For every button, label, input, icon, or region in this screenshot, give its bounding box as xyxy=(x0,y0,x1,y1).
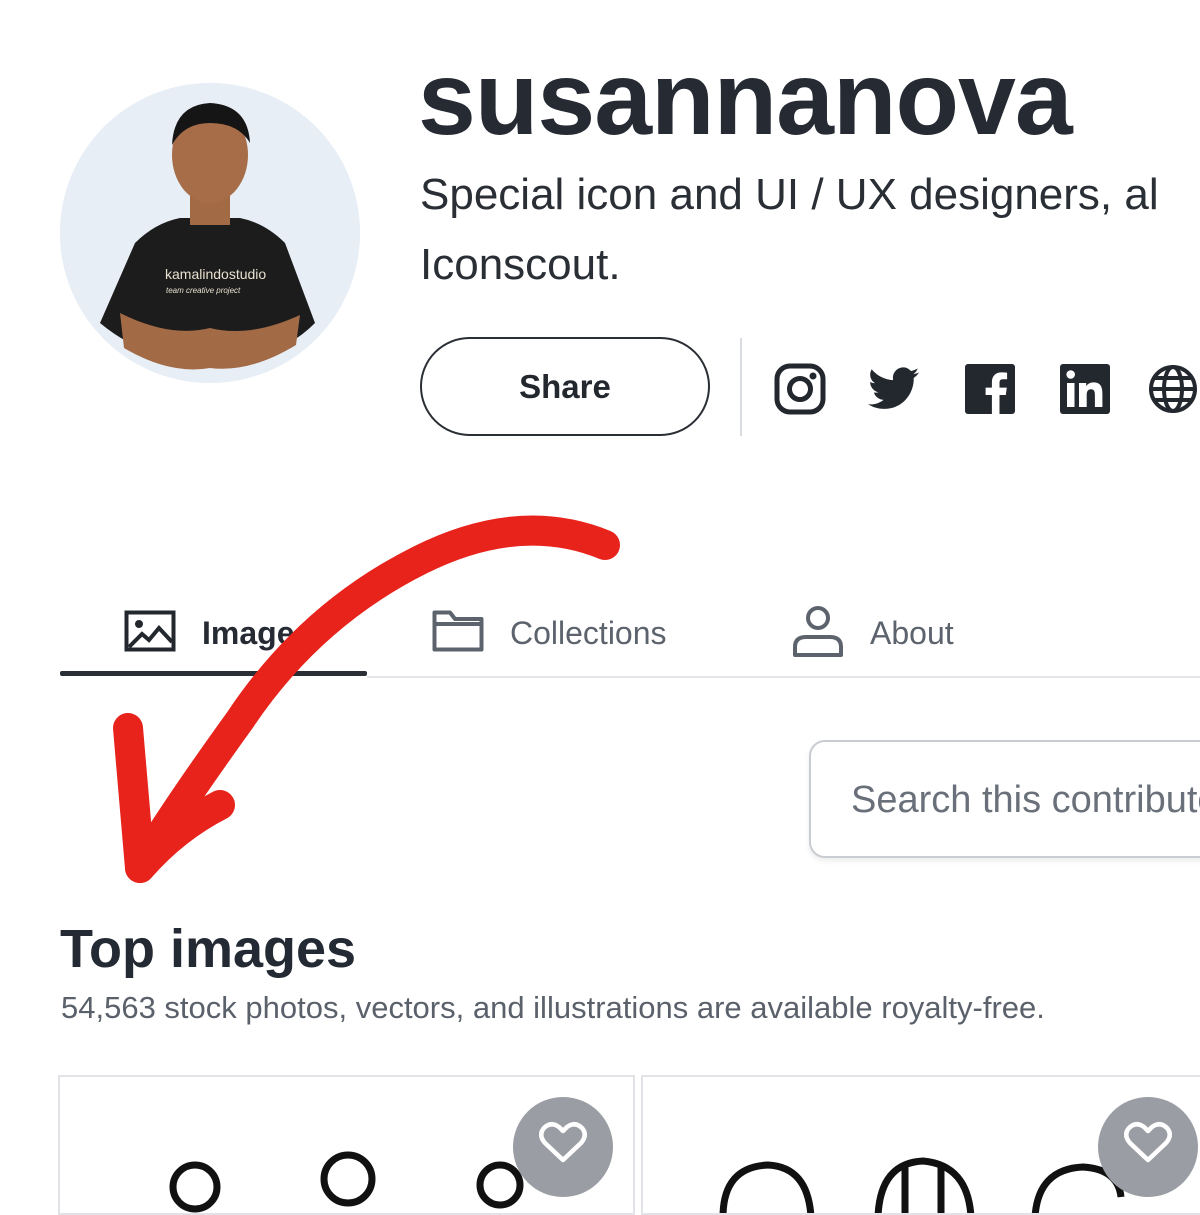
avatar-shirt-text: kamalindostudio xyxy=(165,266,266,282)
avatar: kamalindostudio team creative project xyxy=(60,83,360,383)
active-tab-indicator xyxy=(60,671,367,676)
search-input[interactable] xyxy=(851,770,1200,830)
section-title: Top images xyxy=(60,919,357,979)
heart-icon xyxy=(1124,1122,1172,1163)
search-box[interactable] xyxy=(809,740,1200,858)
page-title: susannanova xyxy=(418,41,1073,157)
tab-about[interactable]: About xyxy=(792,590,954,676)
tab-label: Images xyxy=(202,614,313,651)
instagram-icon[interactable] xyxy=(773,362,827,416)
tab-collections[interactable]: Collections xyxy=(432,590,667,676)
profile-bio: Special icon and UI / UX designers, al I… xyxy=(420,160,1200,300)
share-button[interactable]: Share xyxy=(420,337,710,436)
linkedin-icon[interactable] xyxy=(1058,362,1112,416)
image-card[interactable] xyxy=(641,1075,1200,1215)
heart-icon xyxy=(539,1122,587,1163)
tab-images[interactable]: Images xyxy=(124,590,312,676)
divider xyxy=(740,338,742,436)
folder-icon xyxy=(432,610,484,657)
tab-bar: Images Collections About xyxy=(60,590,1200,678)
image-icon xyxy=(124,610,176,657)
facebook-icon[interactable] xyxy=(963,362,1017,416)
section-subtitle: 54,563 stock photos, vectors, and illust… xyxy=(61,990,1045,1025)
twitter-icon[interactable] xyxy=(867,362,921,416)
avatar-photo: kamalindostudio team creative project xyxy=(60,83,360,383)
avatar-shirt-subtext: team creative project xyxy=(166,286,241,295)
tab-label: About xyxy=(870,614,954,651)
person-icon xyxy=(792,605,844,662)
bio-line: Special icon and UI / UX designers, al xyxy=(420,170,1159,219)
tab-divider xyxy=(367,676,1200,678)
image-card[interactable] xyxy=(58,1075,635,1215)
favorite-button[interactable] xyxy=(513,1097,613,1197)
globe-icon[interactable] xyxy=(1146,362,1200,416)
bio-line: Iconscout. xyxy=(420,240,621,289)
favorite-button[interactable] xyxy=(1098,1097,1198,1197)
tab-label: Collections xyxy=(510,614,667,651)
